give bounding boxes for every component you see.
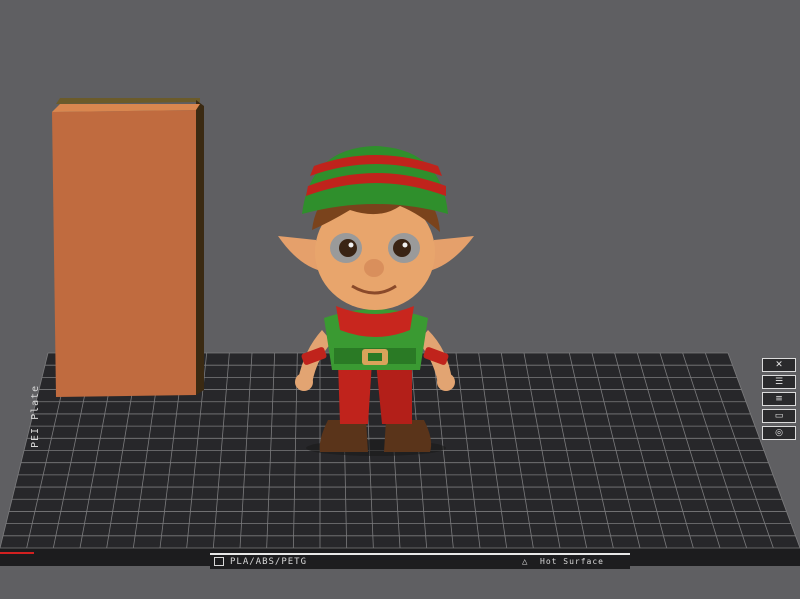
- lock-icon[interactable]: ▭: [762, 409, 796, 423]
- scene-canvas[interactable]: [0, 0, 800, 599]
- build-plate-info-bar: PLA/ABS/PETG △ Hot Surface: [210, 553, 630, 569]
- layers-icon[interactable]: ≡: [762, 392, 796, 406]
- plate-tools-panel: ✕ ☰ ≡ ▭ ◎: [730, 358, 796, 443]
- plate-icon: [214, 557, 224, 566]
- surface-type-label: Hot Surface: [540, 557, 604, 566]
- 3d-viewport[interactable]: PEI Plate PLA/ABS/PETG △ Hot Surface ✕ ☰…: [0, 0, 800, 599]
- eye-icon[interactable]: ◎: [762, 426, 796, 440]
- close-icon[interactable]: ✕: [762, 358, 796, 372]
- wipe-tower[interactable]: [52, 98, 204, 397]
- plate-type-label: PLA/ABS/PETG: [230, 557, 308, 567]
- plate-side-label: PEI Plate: [30, 384, 41, 448]
- layers-icon[interactable]: ☰: [762, 375, 796, 389]
- surface-icon: △: [522, 557, 529, 567]
